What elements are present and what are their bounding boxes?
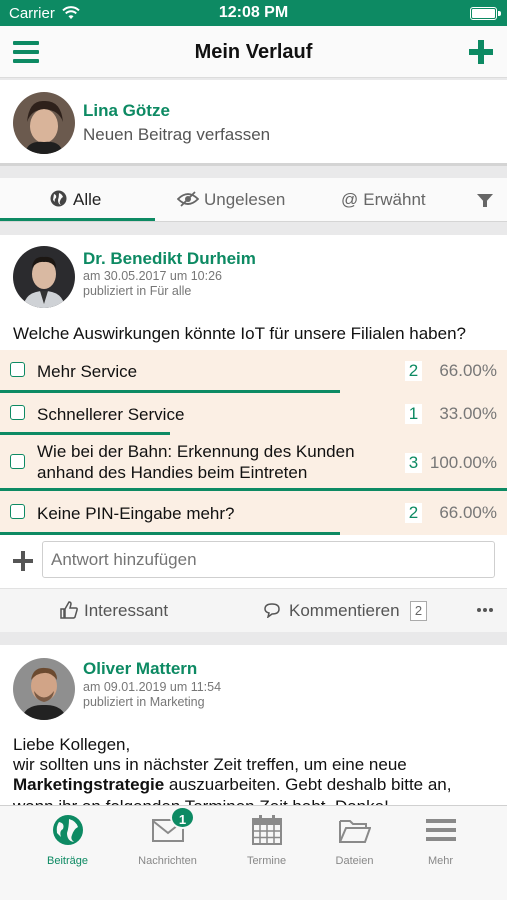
thumbs-up-icon: [60, 601, 78, 619]
comment-count-badge: 2: [410, 601, 427, 621]
tab-ungelesen[interactable]: Ungelesen: [176, 190, 286, 210]
menu-icon: [426, 819, 456, 841]
tab-alle-label: Alle: [73, 190, 102, 209]
add-answer-input[interactable]: [42, 541, 495, 578]
post-body-line: Liebe Kollegen,: [13, 735, 131, 754]
comment-button[interactable]: Kommentieren: [263, 601, 400, 621]
post-channel: publiziert in Marketing: [83, 695, 205, 709]
option-checkbox[interactable]: [10, 405, 25, 420]
tabbar-label: Mehr: [427, 855, 454, 867]
navigation-bar: Mein Verlauf: [0, 26, 507, 78]
post-channel: publiziert in Für alle: [83, 284, 192, 298]
post-body-line: wir sollten uns in nächster Zeit treffen…: [13, 755, 407, 774]
post-card: Oliver Mattern am 09.01.2019 um 11:54 pu…: [0, 645, 507, 805]
tabbar-item-termine[interactable]: Termine: [216, 806, 317, 876]
page-title: Mein Verlauf: [194, 41, 313, 63]
calendar-icon: [252, 815, 282, 845]
battery-tip: [498, 11, 501, 16]
option-label: Wie bei der Bahn: Erkennung des Kunden a…: [37, 441, 355, 483]
add-answer-icon[interactable]: [13, 551, 33, 571]
post-body-bold: Marketingstrategie: [13, 775, 165, 794]
like-button[interactable]: Interessant: [60, 601, 168, 621]
folder-icon: [339, 820, 371, 843]
option-vote-count: 2: [405, 503, 422, 523]
tabbar-item-mehr[interactable]: Mehr: [390, 806, 491, 876]
post-body-line: Marketingstrategie auszuarbeiten. Gebt d…: [13, 775, 493, 795]
post-actions: Interessant Kommentieren 2: [0, 588, 507, 632]
post-date: am 09.01.2019 um 11:54: [83, 680, 222, 694]
option-percent: 33.00%: [439, 404, 497, 423]
at-icon: @: [341, 190, 359, 209]
clock: 12:08 PM: [218, 4, 289, 21]
battery-icon: [470, 7, 497, 20]
option-label: Keine PIN-Eingabe mehr?: [37, 504, 235, 523]
bottom-tab-bar: Beiträge Nachrichten 1 Termine Dateien M…: [0, 805, 507, 900]
option-progress-bar: [0, 532, 340, 535]
option-label: Schnellerer Service: [37, 405, 185, 424]
option-percent: 100.00%: [429, 453, 497, 472]
tab-erwaehnt-label: Erwähnt: [363, 190, 426, 209]
like-label: Interessant: [84, 601, 169, 620]
avatar: [13, 92, 75, 154]
option-checkbox[interactable]: [10, 454, 25, 469]
status-bar: Carrier 12:08 PM: [0, 0, 507, 26]
option-percent: 66.00%: [439, 361, 497, 380]
poll-option[interactable]: Mehr Service 2 66.00%: [0, 350, 507, 393]
filter-tabs: Alle Ungelesen @ Erwähnt: [0, 178, 507, 222]
post-body-cutoff: wann ihr an folgenden Terminen Zeit habt…: [13, 797, 483, 805]
option-checkbox[interactable]: [10, 504, 25, 519]
tabbar-item-nachrichten[interactable]: Nachrichten: [117, 806, 218, 876]
poll-option[interactable]: Schnellerer Service 1 33.00%: [0, 393, 507, 435]
post-composer[interactable]: Lina Götze Neuen Beitrag verfassen: [0, 80, 507, 166]
tabbar-item-beitraege[interactable]: Beiträge: [17, 806, 118, 876]
post-author[interactable]: Dr. Benedikt Durheim: [83, 249, 256, 269]
tab-alle[interactable]: Alle: [50, 190, 101, 210]
post-body-rest: auszuarbeiten. Gebt deshalb bitte an,: [164, 775, 452, 794]
tab-ungelesen-label: Ungelesen: [204, 190, 286, 209]
globe-icon: [50, 190, 67, 207]
post-body-line: wann ihr an folgenden Terminen Zeit habt…: [13, 797, 483, 805]
option-vote-count: 1: [405, 404, 422, 424]
eye-slash-icon: [176, 191, 200, 207]
add-post-icon[interactable]: [469, 40, 493, 64]
post-author[interactable]: Oliver Mattern: [83, 659, 197, 679]
composer-user-name: Lina Götze: [83, 101, 170, 120]
post-body: Liebe Kollegen, wir sollten uns in nächs…: [13, 735, 493, 795]
option-label-line2: anhand des Handies beim Eintreten: [37, 463, 308, 482]
post-card: Dr. Benedikt Durheim am 30.05.2017 um 10…: [0, 235, 507, 632]
option-percent: 66.00%: [439, 503, 497, 522]
globe-icon: [53, 815, 83, 845]
poll-option[interactable]: Keine PIN-Eingabe mehr? 2 66.00%: [0, 491, 507, 535]
option-vote-count: 2: [405, 361, 422, 381]
active-tab-indicator: [0, 218, 155, 221]
option-label-line1: Wie bei der Bahn: Erkennung des Kunden: [37, 442, 355, 461]
comment-icon: [264, 603, 280, 619]
comment-label: Kommentieren: [289, 601, 400, 620]
post-date: am 30.05.2017 um 10:26: [83, 269, 222, 283]
tab-erwaehnt[interactable]: @ Erwähnt: [341, 190, 426, 210]
avatar: [13, 246, 75, 308]
tabbar-label: Nachrichten: [138, 855, 197, 867]
filter-icon-stem: [483, 201, 487, 207]
option-checkbox[interactable]: [10, 362, 25, 377]
poll-option[interactable]: Wie bei der Bahn: Erkennung des Kunden a…: [0, 435, 507, 491]
tabbar-label: Beiträge: [47, 855, 88, 867]
poll-question: Welche Auswirkungen könnte IoT für unser…: [13, 324, 466, 343]
new-post-prompt[interactable]: Neuen Beitrag verfassen: [83, 125, 270, 145]
tabbar-label: Termine: [246, 855, 287, 867]
unread-badge: 1: [170, 806, 195, 829]
option-label: Mehr Service: [37, 362, 138, 381]
avatar: [13, 658, 75, 720]
option-vote-count: 3: [405, 453, 422, 473]
